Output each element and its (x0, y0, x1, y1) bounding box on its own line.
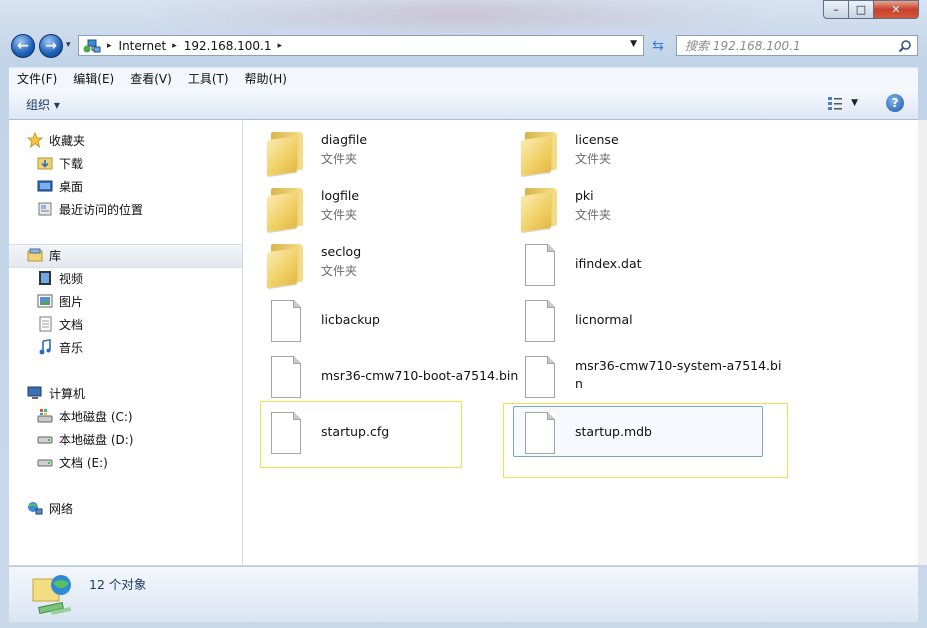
drive-icon (37, 454, 53, 470)
recent-pages-dropdown[interactable]: ▾ (66, 40, 71, 50)
nav-computer[interactable]: 计算机 (27, 383, 85, 403)
desktop-icon (37, 178, 53, 194)
nav-downloads[interactable]: 下载 (37, 153, 83, 173)
breadcrumb-separator[interactable]: ▸ (278, 41, 283, 51)
network-location-icon (83, 38, 101, 54)
nav-network[interactable]: 网络 (27, 498, 73, 518)
recent-places-icon (37, 201, 53, 217)
forward-button[interactable]: → (39, 34, 63, 58)
nav-favorites[interactable]: 收藏夹 (26, 130, 85, 150)
file-item-system-bin[interactable]: msr36-cmw710-system-a7514.bi n (519, 354, 781, 402)
video-icon (37, 270, 53, 286)
nav-music[interactable]: 音乐 (37, 337, 83, 357)
generic-file-icon (519, 298, 559, 346)
nav-pictures[interactable]: 图片 (37, 291, 83, 311)
maximize-button[interactable]: □ (848, 0, 874, 19)
star-icon (26, 131, 44, 149)
file-item-seclog[interactable]: seclog 文件夹 (265, 240, 485, 289)
file-item-license[interactable]: license 文件夹 (519, 128, 739, 177)
change-view-icon[interactable] (827, 95, 845, 111)
command-bar: 组织 ▾ ▼ ? (9, 89, 918, 120)
refresh-icon: ⇆ (652, 37, 664, 54)
system-drive-icon (37, 408, 53, 424)
libraries-icon (27, 247, 43, 263)
search-box[interactable]: 搜索 192.168.100.1 (676, 35, 918, 56)
file-item-pki[interactable]: pki 文件夹 (519, 184, 739, 233)
menu-bar: 文件(F) 编辑(E) 查看(V) 工具(T) 帮助(H) (9, 67, 918, 89)
search-input[interactable]: 搜索 192.168.100.1 (685, 37, 898, 54)
generic-file-icon (265, 354, 305, 402)
menu-tools[interactable]: 工具(T) (180, 70, 237, 87)
computer-icon (27, 385, 43, 401)
nav-documents[interactable]: 文档 (37, 314, 83, 334)
generic-file-icon (519, 242, 559, 290)
generic-file-icon (519, 354, 559, 402)
file-item-startup-cfg[interactable]: startup.cfg (265, 410, 455, 458)
nav-videos[interactable]: 视频 (37, 268, 83, 288)
minimize-button[interactable]: – (823, 0, 849, 19)
folder-icon (265, 184, 305, 233)
details-pane: 12 个对象 (9, 566, 918, 622)
nav-drive-c[interactable]: 本地磁盘 (C:) (37, 406, 133, 426)
folder-icon (519, 184, 559, 233)
file-item-boot-bin[interactable]: msr36-cmw710-boot-a7514.bin (265, 354, 518, 402)
vertical-scrollbar[interactable] (918, 120, 927, 565)
generic-file-icon (265, 298, 305, 346)
nav-drive-d[interactable]: 本地磁盘 (D:) (37, 429, 133, 449)
pictures-icon (37, 293, 53, 309)
view-options-dropdown-icon[interactable]: ▼ (851, 98, 858, 108)
breadcrumb-separator[interactable]: ▸ (172, 41, 177, 51)
file-list: diagfile 文件夹 license 文件夹 logfile 文件夹 pki… (243, 120, 918, 565)
close-button[interactable]: ✕ (873, 0, 919, 19)
nav-desktop[interactable]: 桌面 (37, 176, 83, 196)
folder-icon (519, 128, 559, 177)
nav-libraries[interactable]: 库 (27, 245, 61, 265)
downloads-folder-icon (37, 155, 53, 171)
generic-file-icon (265, 410, 305, 458)
help-icon[interactable]: ? (886, 94, 904, 112)
explorer-window: – □ ✕ ← → ▾ ▸ Internet ▸ 192.168.100.1 ▸… (0, 0, 927, 628)
file-item-diagfile[interactable]: diagfile 文件夹 (265, 128, 485, 177)
folder-icon (265, 240, 305, 289)
breadcrumb-separator[interactable]: ▸ (107, 41, 112, 51)
file-item-startup-mdb[interactable]: startup.mdb (519, 410, 759, 458)
folder-icon (265, 128, 305, 177)
breadcrumb-internet[interactable]: Internet (119, 39, 167, 53)
music-note-icon (37, 339, 53, 355)
file-item-licnormal[interactable]: licnormal (519, 298, 739, 346)
arrow-right-icon: → (45, 38, 57, 54)
generic-file-icon (519, 410, 559, 458)
address-dropdown-icon[interactable]: ▼ (630, 39, 637, 49)
network-location-icon (31, 571, 77, 617)
refresh-button[interactable]: ⇆ (648, 35, 668, 56)
menu-view[interactable]: 查看(V) (122, 70, 180, 87)
menu-edit[interactable]: 编辑(E) (65, 70, 122, 87)
navigation-pane: 收藏夹 下载 桌面 最近访问的位置 库 视频 图片 文档 音乐 计算机 本地磁盘… (9, 120, 243, 565)
search-icon[interactable] (898, 39, 912, 53)
file-item-ifindex[interactable]: ifindex.dat (519, 242, 739, 290)
organize-button[interactable]: 组织 ▾ (26, 96, 60, 113)
navigation-bar: ← → ▾ ▸ Internet ▸ 192.168.100.1 ▸ ▼ ⇆ 搜… (0, 30, 927, 62)
drive-icon (37, 431, 53, 447)
file-item-licbackup[interactable]: licbackup (265, 298, 485, 346)
menu-file[interactable]: 文件(F) (9, 70, 65, 87)
caption-buttons: – □ ✕ (823, 0, 919, 19)
nav-drive-e[interactable]: 文档 (E:) (37, 452, 108, 472)
documents-icon (37, 316, 53, 332)
arrow-left-icon: ← (17, 38, 29, 54)
item-count: 12 个对象 (89, 577, 147, 592)
breadcrumb-host[interactable]: 192.168.100.1 (184, 39, 272, 53)
menu-help[interactable]: 帮助(H) (237, 70, 295, 87)
address-bar[interactable]: ▸ Internet ▸ 192.168.100.1 ▸ ▼ (78, 35, 644, 56)
file-item-logfile[interactable]: logfile 文件夹 (265, 184, 485, 233)
nav-recent-places[interactable]: 最近访问的位置 (37, 199, 143, 219)
back-button[interactable]: ← (11, 34, 35, 58)
network-icon (27, 500, 43, 516)
